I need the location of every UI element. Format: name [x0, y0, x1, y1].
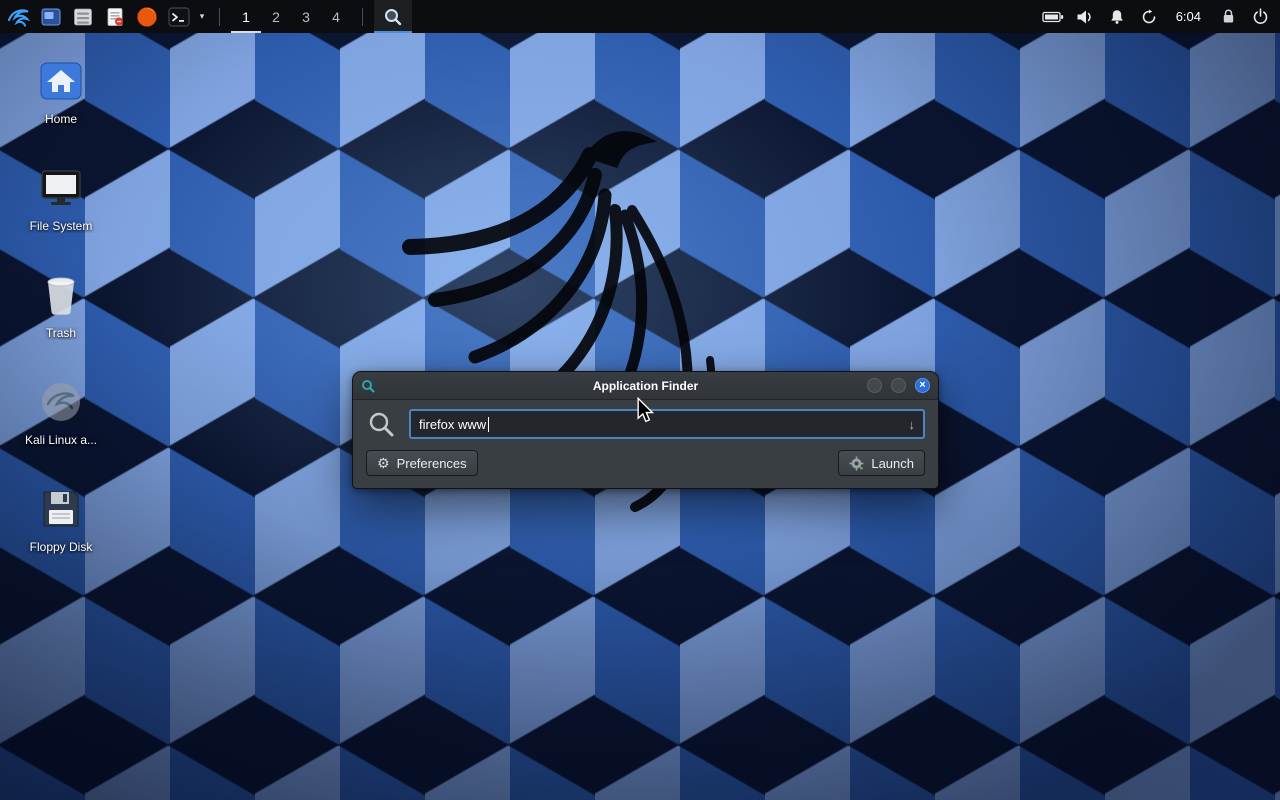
file-manager-icon	[72, 6, 94, 28]
file-system-icon	[18, 163, 104, 213]
bell-icon	[1109, 9, 1125, 25]
trash-icon	[18, 270, 104, 320]
button-row: ⚙ Preferences Launch	[366, 450, 925, 476]
terminal-launcher[interactable]	[164, 0, 194, 33]
search-input[interactable]: firefox www ↓	[409, 409, 925, 439]
launch-icon	[849, 456, 864, 471]
launch-label: Launch	[871, 456, 914, 471]
mouse-cursor	[636, 397, 654, 423]
launch-button[interactable]: Launch	[838, 450, 925, 476]
gear-icon: ⚙	[377, 456, 390, 470]
window-controls: ×	[867, 378, 930, 393]
workspace-4[interactable]: 4	[321, 0, 351, 33]
panel-tray: 6:04	[1039, 0, 1276, 33]
home-icon	[18, 56, 104, 106]
power-logout-button[interactable]	[1246, 0, 1274, 33]
desktop-icon-kali-docs[interactable]: Kali Linux a...	[18, 377, 104, 447]
battery-indicator[interactable]	[1039, 0, 1067, 33]
kali-logo-icon	[6, 4, 32, 30]
desktop-icon-label: File System	[18, 220, 104, 233]
preferences-button[interactable]: ⚙ Preferences	[366, 450, 478, 476]
minimize-button[interactable]	[867, 378, 882, 393]
notifications[interactable]	[1103, 0, 1131, 33]
workspace-3[interactable]: 3	[291, 0, 321, 33]
power-icon	[1252, 8, 1269, 25]
panel-clock[interactable]: 6:04	[1167, 0, 1210, 33]
padlock-icon	[1221, 8, 1236, 25]
text-editor-launcher[interactable]	[100, 0, 130, 33]
magnifier-icon	[383, 7, 403, 27]
firefox-launcher[interactable]	[132, 0, 162, 33]
lock-screen-button[interactable]	[1214, 0, 1242, 33]
top-panel: ▾ 1 2 3 4	[0, 0, 1280, 33]
application-finder-window: Application Finder × firefox www ↓	[352, 371, 939, 489]
close-icon: ×	[919, 380, 925, 391]
terminal-dropdown-chevron[interactable]: ▾	[196, 0, 208, 33]
speaker-icon	[1076, 9, 1094, 25]
firefox-icon	[136, 6, 158, 28]
sync-arrow-icon	[1141, 9, 1157, 25]
panel-separator-2	[362, 8, 363, 26]
workspace-2[interactable]: 2	[261, 0, 291, 33]
desktop-icon-label: Trash	[18, 327, 104, 340]
update-status[interactable]	[1135, 0, 1163, 33]
desktop-icon-label: Kali Linux a...	[18, 434, 104, 447]
dialog-title: Application Finder	[353, 379, 938, 393]
workspace-switcher: 1 2 3 4	[231, 0, 351, 33]
desktop-icon-file-system[interactable]: File System	[18, 163, 104, 233]
kali-menu-button[interactable]	[4, 0, 34, 33]
appfinder-window-icon	[361, 379, 375, 393]
desktop-icon-home[interactable]: Home	[18, 56, 104, 126]
search-icon	[366, 409, 396, 439]
volume-control[interactable]	[1071, 0, 1099, 33]
desktop-icon-label: Home	[18, 113, 104, 126]
dialog-titlebar[interactable]: Application Finder ×	[353, 372, 938, 400]
floppy-disk-icon	[18, 484, 104, 534]
terminal-icon	[167, 5, 191, 29]
battery-icon	[1042, 10, 1064, 24]
dropdown-arrow-icon[interactable]: ↓	[909, 417, 916, 432]
panel-launchers: ▾ 1 2 3 4	[4, 0, 412, 33]
panel-separator	[219, 8, 220, 26]
window-icon	[40, 6, 62, 28]
desktop-icon-trash[interactable]: Trash	[18, 270, 104, 340]
taskbar-application-finder[interactable]	[374, 0, 412, 33]
desktop-icon-label: Floppy Disk	[18, 541, 104, 554]
desktop-icon-floppy-disk[interactable]: Floppy Disk	[18, 484, 104, 554]
desktop-screen: ▾ 1 2 3 4	[0, 0, 1280, 800]
search-input-value: firefox www	[419, 417, 486, 432]
text-editor-icon	[104, 6, 126, 28]
preferences-label: Preferences	[397, 456, 467, 471]
maximize-button[interactable]	[891, 378, 906, 393]
close-button[interactable]: ×	[915, 378, 930, 393]
window-manager-launcher[interactable]	[36, 0, 66, 33]
kali-docs-icon	[18, 377, 104, 427]
text-caret	[488, 417, 489, 432]
workspace-1[interactable]: 1	[231, 0, 261, 33]
file-manager-launcher[interactable]	[68, 0, 98, 33]
